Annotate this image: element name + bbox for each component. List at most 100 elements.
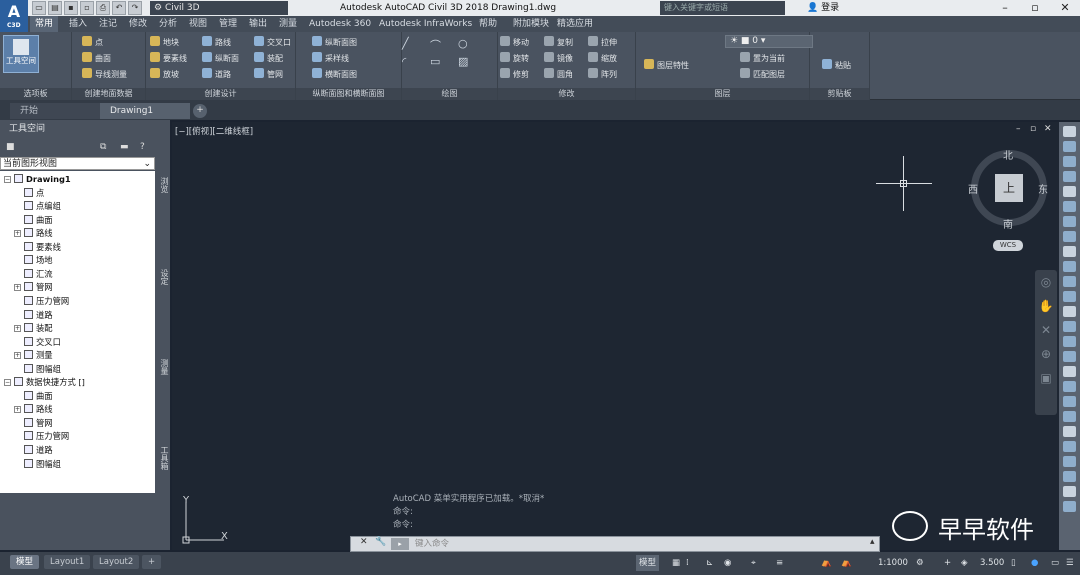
viewport-close-icon[interactable]: ✕: [1044, 124, 1052, 134]
tab-menu-3[interactable]: 修改: [124, 16, 152, 32]
design-btn-7[interactable]: 装配: [254, 51, 283, 66]
modify-btn-5[interactable]: 圆角: [544, 67, 573, 82]
expand-toggle-icon[interactable]: +: [14, 352, 21, 360]
add-layout-button[interactable]: +: [142, 555, 162, 569]
ribbon-panel-title[interactable]: 绘图: [402, 88, 497, 100]
palette-tool-icon[interactable]: [1063, 141, 1076, 152]
annotation-scale-icon[interactable]: ⛺: [841, 555, 852, 571]
tab-menu-4[interactable]: 分析: [154, 16, 182, 32]
viewport-restore-icon[interactable]: ▫: [1030, 124, 1036, 134]
palette-tool-icon[interactable]: [1063, 336, 1076, 347]
tab-menu-11[interactable]: 帮助: [474, 16, 502, 32]
tab-menu-8[interactable]: 测量: [274, 16, 302, 32]
model-space-button[interactable]: 模型: [636, 555, 660, 571]
view-dropdown[interactable]: 当前图形视图 ⌄: [0, 157, 155, 170]
modify-btn-2[interactable]: 修剪: [500, 67, 529, 82]
paste-btn[interactable]: 粘贴: [822, 58, 851, 73]
tree-item[interactable]: 点编组: [24, 200, 61, 214]
layer-isolate-icon[interactable]: ◈: [961, 555, 968, 571]
expand-toggle-icon[interactable]: +: [14, 284, 21, 292]
customize-icon[interactable]: 🔧: [375, 537, 386, 547]
wcs-menu[interactable]: WCS: [993, 240, 1023, 251]
ground-btn-1[interactable]: 曲面: [82, 51, 111, 66]
print-icon[interactable]: ⎙: [96, 1, 110, 15]
tab-menu-12[interactable]: 附加模块: [508, 16, 554, 32]
tab-menu-6[interactable]: 管理: [214, 16, 242, 32]
tree-item[interactable]: 压力管网: [24, 295, 69, 309]
minimize-icon[interactable]: –: [990, 0, 1020, 16]
modify-btn-6[interactable]: 拉伸: [588, 35, 617, 50]
annotation-visibility-icon[interactable]: ⛺: [821, 555, 832, 571]
redo-icon[interactable]: ↷: [128, 1, 142, 15]
layout-tab-layout1[interactable]: Layout1: [44, 555, 91, 569]
palette-tool-icon[interactable]: [1063, 366, 1076, 377]
palette-tool-icon[interactable]: [1063, 456, 1076, 467]
tree-item[interactable]: 管网: [24, 417, 53, 431]
recent-commands-icon[interactable]: ▸: [391, 538, 409, 550]
profile-btn-1[interactable]: 采样线: [312, 51, 349, 66]
palette-tool-icon[interactable]: [1063, 426, 1076, 437]
tree-item[interactable]: 交叉口: [24, 336, 61, 350]
tab-drawing1[interactable]: Drawing1: [100, 103, 190, 119]
palette-tool-icon[interactable]: [1063, 411, 1076, 422]
tree-item[interactable]: 图幅组: [24, 363, 61, 377]
undo-icon[interactable]: ↶: [112, 1, 126, 15]
ribbon-panel-title[interactable]: 纵断面图和横断面图: [296, 88, 401, 100]
modify-btn-8[interactable]: 阵列: [588, 67, 617, 82]
palette-tool-icon[interactable]: [1063, 216, 1076, 227]
layer-dropdown[interactable]: ☀ ■ 0 ▾: [725, 35, 813, 48]
rect-icon[interactable]: ▭: [430, 55, 440, 68]
tree-item[interactable]: 测量: [24, 349, 53, 363]
tree-item[interactable]: 曲面: [24, 390, 53, 404]
showmotion-icon[interactable]: ▣: [1035, 366, 1057, 390]
tree-item[interactable]: 管网: [24, 281, 53, 295]
palette-tool-icon[interactable]: [1063, 201, 1076, 212]
tab-prospector[interactable]: 浏览: [155, 170, 170, 200]
palette-tool-icon[interactable]: [1063, 261, 1076, 272]
compass-east[interactable]: 东: [1038, 181, 1048, 196]
tree-item[interactable]: Drawing1: [14, 173, 71, 187]
palette-tool-icon[interactable]: [1063, 351, 1076, 362]
design-btn-5[interactable]: 道路: [202, 67, 231, 82]
tree-item[interactable]: 要素线: [24, 241, 61, 255]
ribbon-panel-title[interactable]: 剪贴板: [810, 88, 869, 100]
expand-toggle-icon[interactable]: +: [14, 325, 21, 333]
profile-btn-0[interactable]: 纵断面图: [312, 35, 357, 50]
tab-menu-1[interactable]: 插入: [64, 16, 92, 32]
steering-wheel-icon[interactable]: ◎: [1035, 270, 1057, 294]
close-command-icon[interactable]: ✕: [360, 537, 368, 547]
expand-toggle-icon[interactable]: −: [4, 379, 11, 387]
design-btn-0[interactable]: 地块: [150, 35, 179, 50]
orbit-icon[interactable]: ⊕: [1035, 342, 1057, 366]
help-icon[interactable]: ?: [140, 142, 145, 152]
command-input[interactable]: 键入命令: [415, 536, 449, 552]
modify-btn-7[interactable]: 缩放: [588, 51, 617, 66]
match-layer-btn[interactable]: 匹配图层: [740, 67, 785, 82]
set-current-btn[interactable]: 置为当前: [740, 51, 785, 66]
gear-icon[interactable]: ⚙: [916, 555, 924, 571]
ribbon-panel-title[interactable]: 创建设计: [146, 88, 295, 100]
layout-switch-icon[interactable]: ▯: [1011, 555, 1016, 571]
tree-item[interactable]: 曲面: [24, 214, 53, 228]
modify-btn-4[interactable]: 镜像: [544, 51, 573, 66]
tree-item[interactable]: 点: [24, 187, 44, 201]
tab-survey[interactable]: 测量: [155, 352, 170, 382]
snap-icon[interactable]: ⁞: [686, 555, 689, 571]
design-btn-6[interactable]: 交叉口: [254, 35, 291, 50]
viewcube-top-face[interactable]: 上: [995, 174, 1023, 202]
palette-tool-icon[interactable]: [1063, 501, 1076, 512]
palette-tool-icon[interactable]: [1063, 396, 1076, 407]
customize-status-icon[interactable]: ☰: [1066, 555, 1074, 571]
elevation-value[interactable]: 3.500: [980, 555, 1004, 571]
profile-btn-2[interactable]: 横断面图: [312, 67, 357, 82]
palette-tool-icon[interactable]: [1063, 321, 1076, 332]
layer-properties-btn[interactable]: 图层特性: [644, 58, 689, 73]
saveas-icon[interactable]: ▫: [80, 1, 94, 15]
palette-tool-icon[interactable]: [1063, 246, 1076, 257]
layout-tab-model[interactable]: 模型: [10, 555, 40, 569]
tab-menu-13[interactable]: 精选应用: [552, 16, 598, 32]
tree-item[interactable]: 路线: [24, 403, 53, 417]
pan-icon[interactable]: ✋: [1035, 294, 1057, 318]
new-icon[interactable]: ▭: [32, 1, 46, 15]
navigation-bar[interactable]: ◎ ✋ ✕ ⊕ ▣: [1035, 270, 1057, 415]
